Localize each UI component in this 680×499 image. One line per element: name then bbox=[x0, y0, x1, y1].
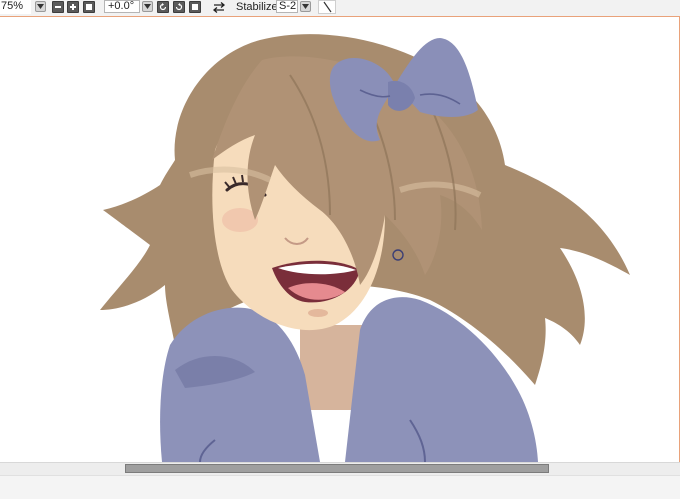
status-bar bbox=[0, 475, 680, 499]
rotation-dropdown-button[interactable] bbox=[142, 1, 153, 12]
chevron-down-icon bbox=[37, 4, 44, 9]
zoom-out-button[interactable] bbox=[52, 1, 64, 13]
rotate-reset-button[interactable] bbox=[189, 1, 201, 13]
horizontal-scrollbar[interactable] bbox=[0, 462, 680, 475]
zoom-field[interactable]: 75% bbox=[0, 0, 31, 14]
square-icon bbox=[192, 4, 198, 10]
pen-tool-button[interactable] bbox=[318, 0, 336, 14]
pen-line-icon bbox=[323, 1, 332, 13]
rotate-right-button[interactable] bbox=[173, 1, 185, 13]
toolbar: 75% +0.0° Stabilizer S-2 bbox=[0, 0, 680, 17]
square-icon bbox=[86, 4, 92, 10]
artwork bbox=[100, 34, 630, 463]
rotate-left-button[interactable] bbox=[157, 1, 169, 13]
drawing-canvas[interactable] bbox=[0, 17, 680, 463]
fit-view-button[interactable] bbox=[83, 1, 95, 13]
plus-icon bbox=[70, 4, 76, 10]
zoom-dropdown-button[interactable] bbox=[35, 1, 46, 12]
scrollbar-thumb[interactable] bbox=[125, 464, 549, 473]
zoom-in-button[interactable] bbox=[67, 1, 79, 13]
minus-icon bbox=[55, 6, 61, 8]
lip-shadow bbox=[308, 309, 328, 317]
stabilizer-dropdown-button[interactable] bbox=[300, 1, 311, 12]
flip-horizontal-icon bbox=[212, 2, 226, 13]
stabilizer-label: Stabilizer bbox=[236, 1, 282, 13]
rotate-left-icon bbox=[159, 3, 167, 11]
chevron-down-icon bbox=[302, 4, 309, 9]
chevron-down-icon bbox=[144, 4, 151, 9]
rotation-field[interactable]: +0.0° bbox=[104, 0, 140, 13]
flip-horizontal-button[interactable] bbox=[212, 1, 226, 15]
stabilizer-field[interactable]: S-2 bbox=[276, 0, 298, 13]
rotate-right-icon bbox=[175, 3, 183, 11]
